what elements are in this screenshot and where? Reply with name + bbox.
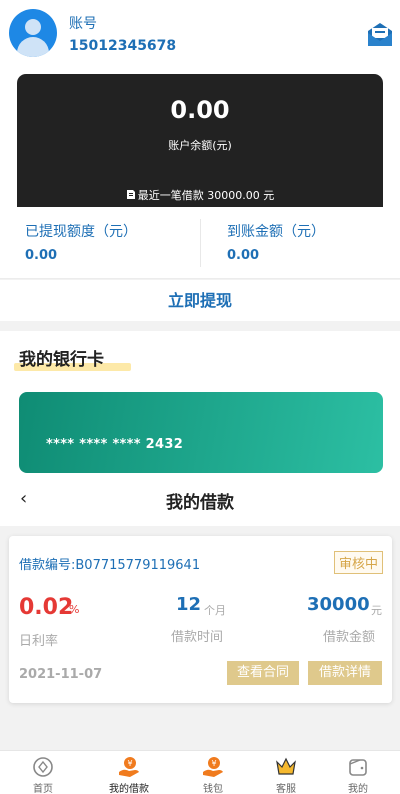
tab-service[interactable]: 客服 (246, 751, 326, 794)
rate-unit: % (69, 603, 80, 616)
tab-my-loans[interactable]: ¥ 我的借款 (89, 751, 169, 794)
status-badge: 审核中 (333, 551, 383, 574)
rate-label: 日利率 (19, 634, 59, 649)
tab-wallet-label: 钱包 (203, 784, 223, 794)
loans-title: 我的借款 (166, 493, 234, 513)
avatar-head (25, 19, 41, 35)
tab-home-label: 首页 (33, 784, 53, 794)
loan-detail-button[interactable]: 借款详情 (308, 661, 382, 685)
loan-card[interactable]: 借款编号:B07715779119641 审核中 0.02 % 日利率 12 个… (9, 536, 392, 703)
svg-text:¥: ¥ (211, 759, 216, 768)
loan-date: 2021-11-07 (19, 667, 103, 682)
last-loan-info: 最近一笔借款 30000.00 元 (17, 187, 383, 203)
loan-id: 借款编号:B07715779119641 (19, 558, 201, 573)
avatar-body (17, 37, 49, 57)
received-label: 到账金额（元） (227, 224, 325, 240)
bank-card-title: 我的银行卡 (19, 350, 104, 370)
received-value: 0.00 (227, 248, 260, 263)
stats-divider (200, 219, 201, 267)
amount-value: 30000 (307, 594, 370, 615)
avatar[interactable] (9, 9, 57, 57)
balance-card: 0.00 账户余额(元) 最近一笔借款 30000.00 元 (17, 74, 383, 207)
withdrawn-label: 已提现额度（元） (25, 224, 137, 240)
withdrawn-value: 0.00 (25, 248, 58, 263)
svg-text:¥: ¥ (127, 759, 132, 768)
loan-icon: ¥ (119, 757, 139, 777)
bank-card[interactable]: **** **** **** 2432 (19, 392, 383, 473)
account-header: 账号 15012345678 0.00 账户余额(元) 最近一笔借款 30000… (0, 0, 400, 207)
tab-profile[interactable]: 我的 (318, 751, 398, 794)
tab-wallet[interactable]: ¥ 钱包 (173, 751, 253, 794)
balance-amount: 0.00 (170, 96, 230, 124)
received-stat: 到账金额（元） 0.00 (202, 207, 400, 279)
home-icon (33, 757, 53, 777)
crown-icon (276, 757, 296, 775)
tab-profile-label: 我的 (348, 784, 368, 794)
term-value: 12 (176, 594, 202, 615)
document-icon (126, 190, 135, 199)
tab-service-label: 客服 (276, 784, 296, 794)
view-contract-button[interactable]: 查看合同 (227, 661, 299, 685)
account-phone: 15012345678 (69, 38, 177, 54)
amount-unit: 元 (371, 604, 382, 617)
term-label: 借款时间 (171, 630, 224, 645)
amount-stats: 已提现额度（元） 0.00 到账金额（元） 0.00 (0, 207, 400, 279)
card-number: **** **** **** 2432 (46, 437, 184, 452)
bottom-tabbar: 首页 ¥ 我的借款 ¥ 钱包 客服 我的 (0, 750, 400, 794)
bank-card-section: 我的银行卡 **** **** **** 2432 ‹ 我的借款 (0, 331, 400, 526)
amount-label: 借款金额 (323, 630, 376, 645)
account-label: 账号 (69, 16, 97, 32)
tab-home[interactable]: 首页 (3, 751, 83, 794)
withdrawn-stat: 已提现额度（元） 0.00 (0, 207, 200, 279)
tab-my-loans-label: 我的借款 (109, 784, 149, 794)
message-icon[interactable] (366, 22, 394, 48)
rate-value: 0.02 (19, 595, 74, 620)
term-unit: 个月 (204, 604, 226, 617)
withdraw-button[interactable]: 立即提现 (0, 280, 400, 321)
profile-icon (349, 759, 367, 776)
wallet-icon: ¥ (203, 757, 223, 777)
last-loan-text: 最近一笔借款 30000.00 元 (137, 189, 275, 202)
balance-label: 账户余额(元) (168, 139, 232, 152)
